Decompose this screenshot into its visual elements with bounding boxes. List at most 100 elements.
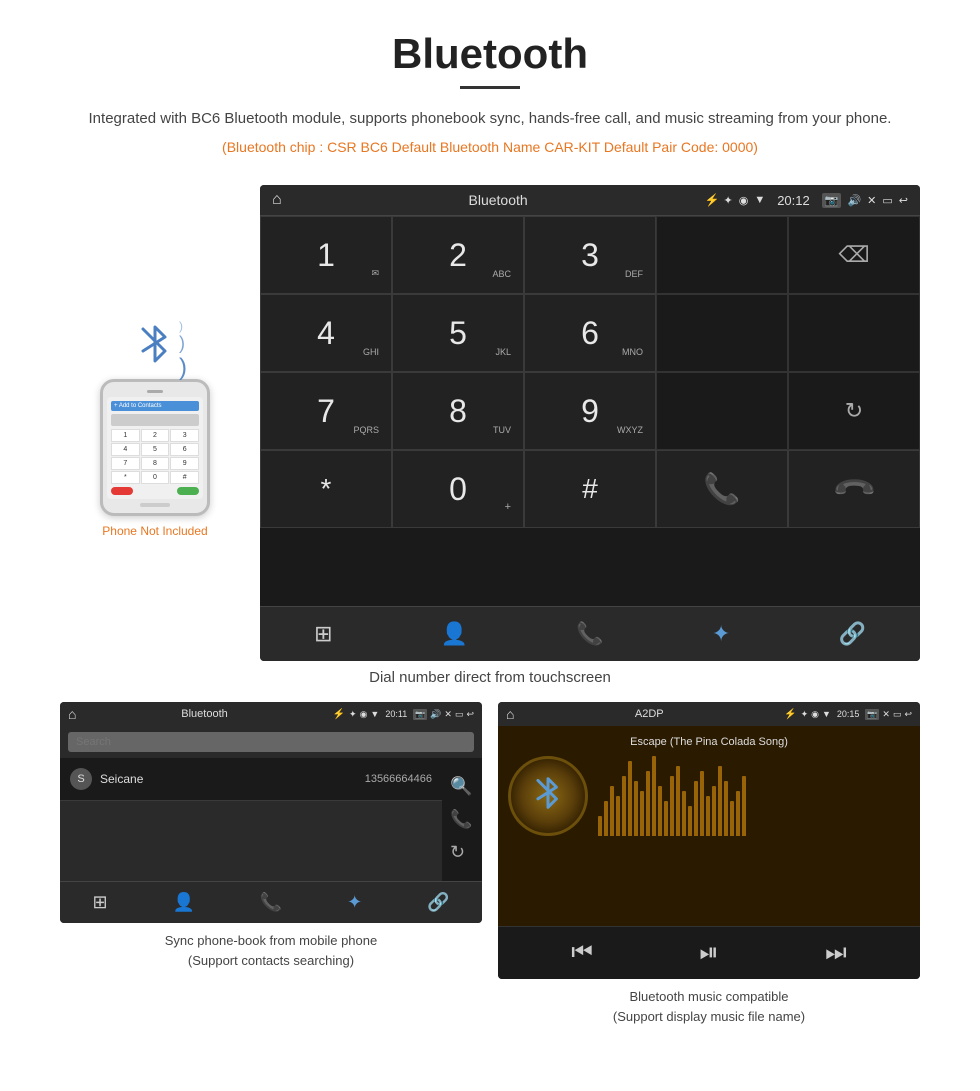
pb-contacts-list: S Seicane 13566664466 [60,758,442,881]
viz-bar [622,776,626,836]
location-status-icon: ◉ [739,194,749,207]
viz-bar [640,791,644,836]
viz-bar [670,776,674,836]
viz-bar [724,781,728,836]
pb-nav-grid[interactable]: ⊞ [92,892,107,913]
music-loc-icon: ◉ [811,709,819,720]
description-text: Integrated with BC6 Bluetooth module, su… [60,107,920,131]
phone-key-hash: # [170,471,199,484]
pb-contact-initial: S [70,768,92,790]
main-screen-container: ) ) ) + Add to Contacts 1 2 3 4 5 6 7 8 [0,185,980,661]
music-back-icon: ↩ [904,709,912,720]
nav-bluetooth-icon[interactable]: ✦ [712,621,730,647]
bt-status-icon: ✦ [723,194,732,207]
pb-bt-icon: ✦ [349,709,357,720]
bluetooth-icon [137,319,173,369]
pb-search-input[interactable] [68,732,474,752]
dial-key-1[interactable]: 1 ✉ [260,216,392,294]
viz-bar [694,781,698,836]
viz-bar [658,786,662,836]
music-sig-icon: ▼ [822,709,831,720]
nav-contacts-icon[interactable]: 👤 [441,621,468,647]
music-time: 20:15 [837,709,860,720]
dial-backspace[interactable]: ⌫ [788,216,920,294]
dial-refresh[interactable]: ↻ [788,372,920,450]
phone-key-9: 9 [170,457,199,470]
dial-key-5[interactable]: 5 JKL [392,294,524,372]
dial-empty-2 [656,294,788,372]
pb-refresh-side-icon[interactable]: ↻ [450,842,474,863]
home-icon[interactable]: ⌂ [272,191,282,209]
call-green-icon: 📞 [703,472,740,507]
music-play-pause-button[interactable]: ⏯ [699,939,718,967]
viz-bar [604,801,608,836]
viz-bar [730,801,734,836]
viz-bar [598,816,602,836]
pb-contact-item[interactable]: S Seicane 13566664466 [60,758,442,801]
phone-keypad: 1 2 3 4 5 6 7 8 9 * 0 # [111,429,199,484]
dial-key-0[interactable]: 0 + [392,450,524,528]
phone-not-included-label: Phone Not Included [102,524,207,538]
viz-bar [628,761,632,836]
pb-search-side-icon[interactable]: 🔍 [450,776,474,797]
screen-title: Bluetooth [292,192,705,208]
viz-bar [616,796,620,836]
music-wrapper: ⌂ A2DP ⚡ ✦ ◉ ▼ 20:15 📷 ✕ ▭ ↩ Escape (The… [498,702,920,1026]
pb-nav-link[interactable]: 🔗 [427,892,449,913]
music-bt-icon: ✦ [801,709,809,720]
pb-phone-side-icon[interactable]: 📞 [450,809,474,830]
viz-bar [712,786,716,836]
pb-nav-bt[interactable]: ✦ [347,892,362,913]
music-visualizer [598,756,910,836]
pb-screen-title: Bluetooth [80,708,328,720]
dial-key-6[interactable]: 6 MNO [524,294,656,372]
phone-screen-header: + Add to Contacts [111,401,199,411]
viz-bar [700,771,704,836]
nav-phone-icon[interactable]: 📞 [576,621,603,647]
phone-mockup: + Add to Contacts 1 2 3 4 5 6 7 8 9 * 0 … [100,379,210,516]
pb-nav-person[interactable]: 👤 [172,892,194,913]
viz-bar [646,771,650,836]
music-status-icons: ✦ ◉ ▼ 20:15 📷 ✕ ▭ ↩ [801,709,912,720]
pb-status-icons: ✦ ◉ ▼ 20:11 📷 🔊 ✕ ▭ ↩ [349,709,474,720]
viz-bar [736,791,740,836]
music-song-title: Escape (The Pina Colada Song) [508,736,910,748]
dial-key-star[interactable]: * [260,450,392,528]
viz-bar [652,756,656,836]
music-cam-icon: 📷 [865,709,879,720]
refresh-icon: ↻ [845,398,863,424]
dial-key-2[interactable]: 2 ABC [392,216,524,294]
music-next-button[interactable]: ⏭ [825,939,847,967]
phone-key-5: 5 [141,443,170,456]
dial-end-button[interactable]: 📞 [788,450,920,528]
viz-bar [610,786,614,836]
pb-search-area [60,726,482,758]
dial-key-8[interactable]: 8 TUV [392,372,524,450]
time-display: 20:12 [777,193,810,208]
music-x-icon: ✕ [882,709,890,720]
phone-key-0: 0 [141,471,170,484]
music-controls: ⏮ ⏯ ⏭ [498,926,920,979]
pb-nav-phone[interactable]: 📞 [260,892,282,913]
dial-key-7[interactable]: 7 PQRS [260,372,392,450]
dial-key-9[interactable]: 9 WXYZ [524,372,656,450]
dial-key-hash[interactable]: # [524,450,656,528]
pb-back-icon: ↩ [466,709,474,720]
album-bt-icon [532,772,564,821]
music-content-area: Escape (The Pina Colada Song) [498,726,920,926]
dial-key-4[interactable]: 4 GHI [260,294,392,372]
pb-contact-name: Seicane [100,772,357,786]
call-red-icon: 📞 [830,465,878,513]
music-home-icon[interactable]: ⌂ [506,706,514,722]
pb-home-icon[interactable]: ⌂ [68,706,76,722]
dial-key-3[interactable]: 3 DEF [524,216,656,294]
music-prev-button[interactable]: ⏮ [571,939,593,967]
phone-key-3: 3 [170,429,199,442]
dial-empty-4 [656,372,788,450]
viz-bar [742,776,746,836]
nav-grid-icon[interactable]: ⊞ [314,621,332,647]
phone-key-1: 1 [111,429,140,442]
viz-bar [706,796,710,836]
dial-call-button[interactable]: 📞 [656,450,788,528]
nav-link-icon[interactable]: 🔗 [838,621,865,647]
